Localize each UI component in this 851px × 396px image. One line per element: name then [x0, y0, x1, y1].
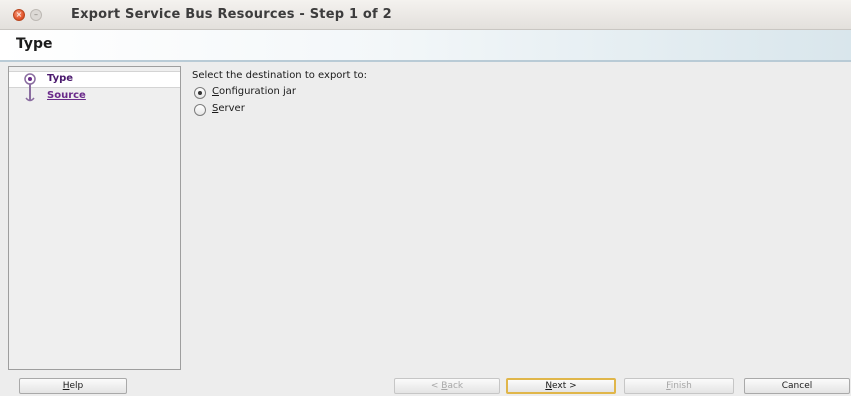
help-button[interactable]: Help [19, 378, 127, 394]
step-content: Select the destination to export to: Con… [192, 70, 832, 370]
step-header: Type [0, 30, 851, 62]
destination-prompt: Select the destination to export to: [192, 70, 368, 81]
back-button[interactable]: < Back [394, 378, 500, 394]
close-icon: × [15, 10, 23, 19]
nav-step-type[interactable]: Type [9, 71, 180, 89]
wizard-step-nav: Type Source [8, 66, 181, 370]
title-bar[interactable]: × – Export Service Bus Resources - Step … [0, 0, 851, 30]
window-title: Export Service Bus Resources - Step 1 of… [71, 7, 392, 22]
radio-configuration-jar[interactable] [194, 87, 206, 99]
nav-step-label: Type [47, 73, 74, 84]
minimize-window-button[interactable]: – [30, 9, 42, 21]
export-wizard-window: × – Export Service Bus Resources - Step … [0, 0, 851, 396]
minimize-icon: – [34, 10, 38, 19]
page-title: Type [16, 36, 53, 52]
finish-button[interactable]: Finish [624, 378, 734, 394]
pending-step-icon [25, 90, 35, 102]
nav-step-label: Source [47, 90, 86, 101]
next-button[interactable]: Next > [506, 378, 616, 394]
option-label: Server [212, 103, 245, 114]
nav-step-source[interactable]: Source [9, 89, 180, 106]
cancel-button[interactable]: Cancel [744, 378, 850, 394]
close-window-button[interactable]: × [13, 9, 25, 21]
radio-server[interactable] [194, 104, 206, 116]
option-label: Configuration jar [212, 86, 297, 97]
